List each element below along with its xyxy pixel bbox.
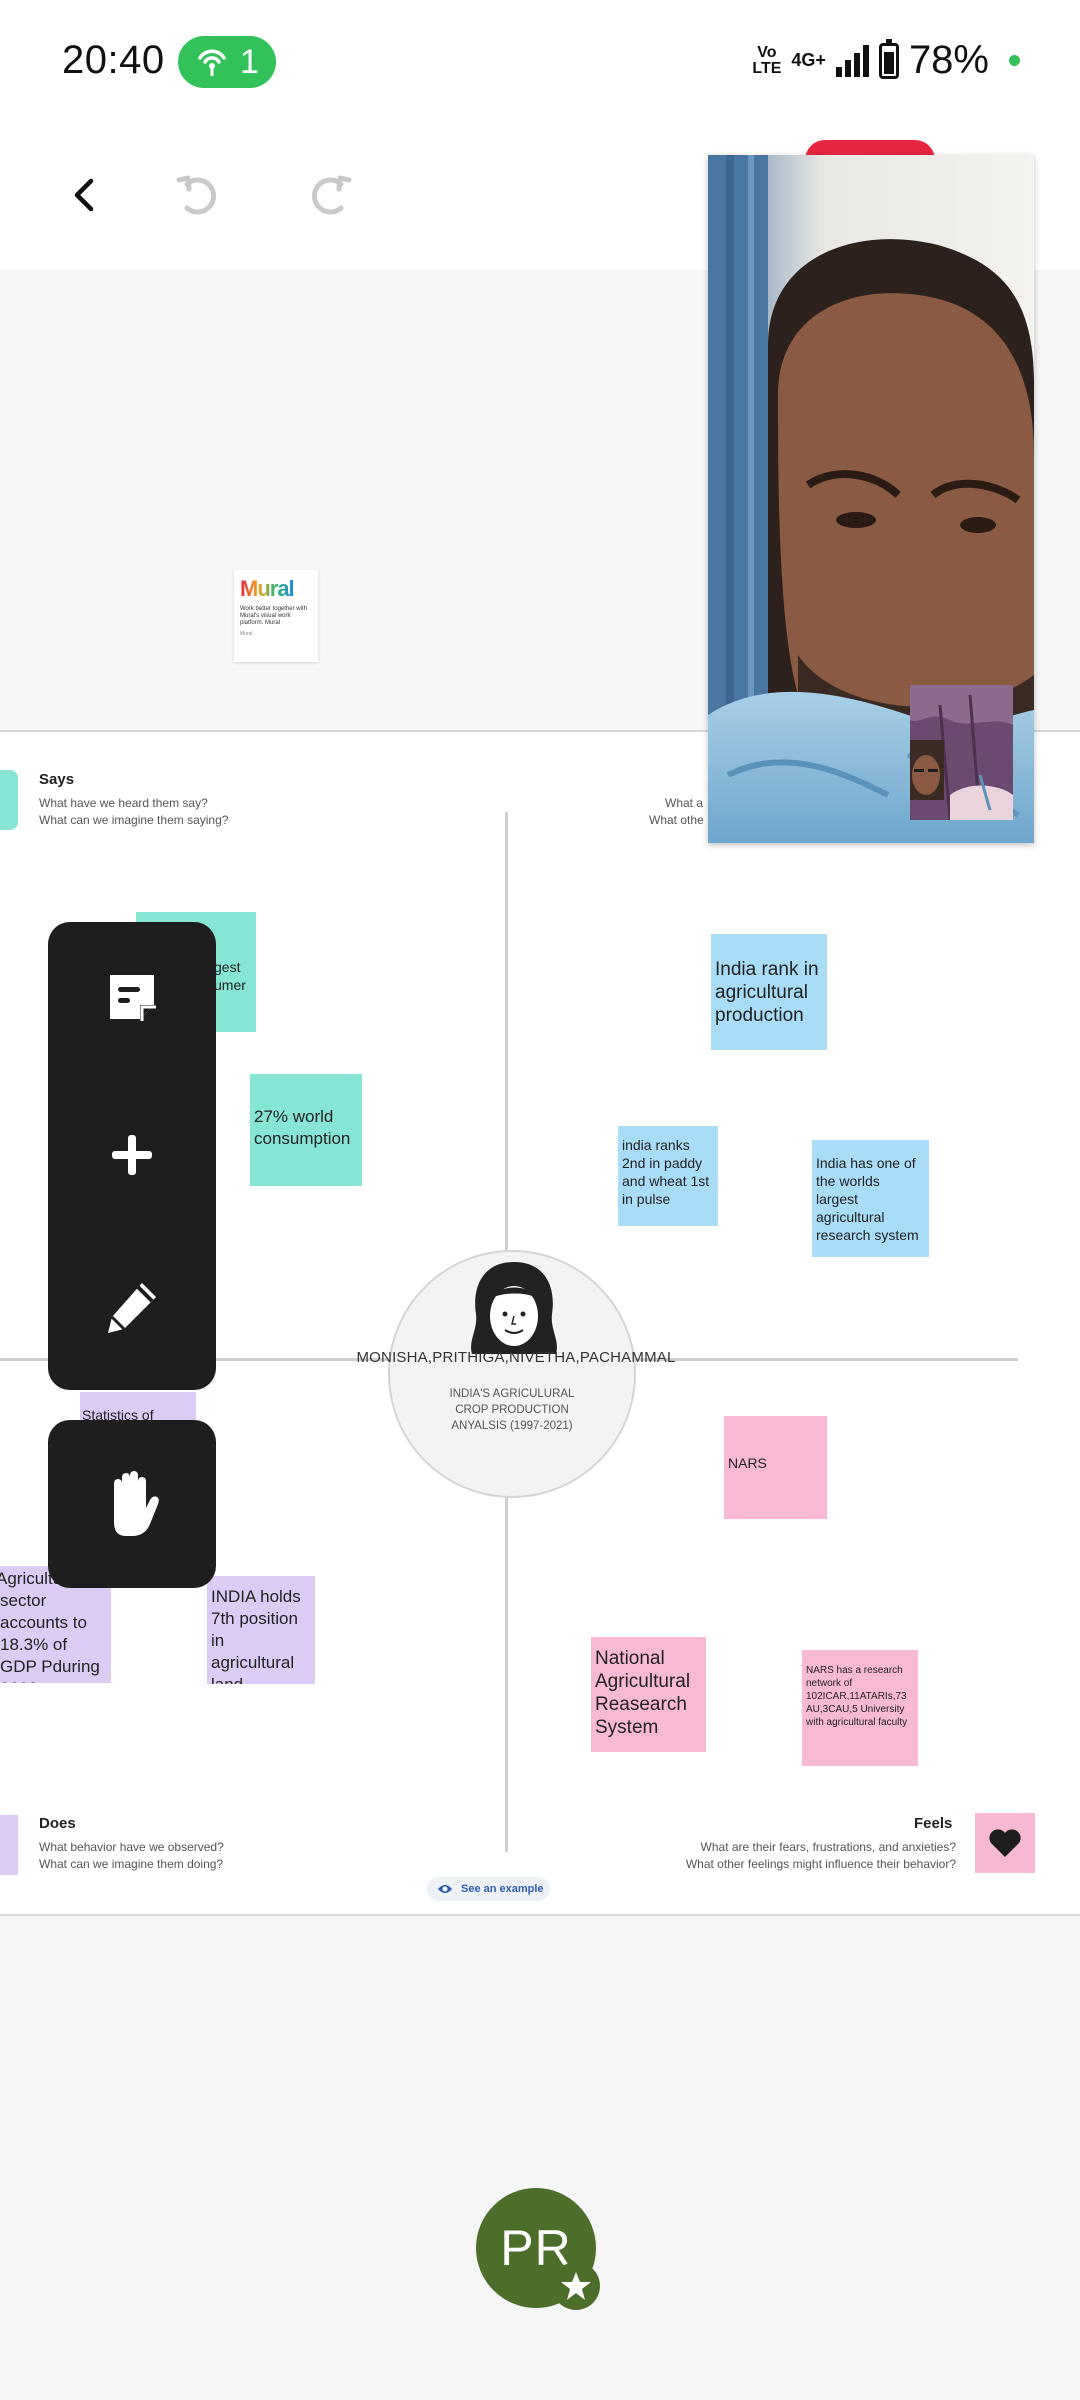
volte-line2: LTE [752, 59, 782, 77]
says-subtitle: What have we heard them say? What can we… [39, 795, 228, 829]
mural-logo: Mural [240, 576, 312, 602]
see-example-label: See an example [461, 1883, 544, 1895]
redo-button[interactable] [290, 155, 370, 235]
volte-line1: Vo [757, 43, 777, 61]
sticky-note-pink-1[interactable]: NARS [724, 1416, 827, 1519]
sticky-note-blue-1[interactable]: India rank in agricultural production [711, 934, 827, 1050]
chevron-left-icon [74, 178, 94, 212]
mural-promo-card[interactable]: Mural Work better together with Mural's … [234, 570, 318, 662]
pencil-icon [108, 1283, 156, 1333]
sticky-note-icon [110, 975, 156, 1021]
battery-percent: 78% [908, 38, 989, 82]
clock: 20:40 [62, 38, 165, 82]
persona-circle[interactable] [388, 1250, 636, 1498]
says-sub1: What have we heard them say? [39, 796, 208, 810]
undo-button[interactable] [158, 155, 238, 235]
signal-icon [835, 44, 869, 77]
add-tool-button[interactable] [48, 1080, 216, 1230]
redo-icon [311, 175, 352, 215]
sticky-note-tool-button[interactable] [48, 922, 216, 1072]
facilitator-badge [552, 2262, 600, 2310]
does-sub2: What can we imagine them doing? [39, 1857, 224, 1871]
thinks-subtitle: What a What othe [649, 795, 704, 829]
privacy-dot-icon [1009, 55, 1020, 66]
back-button[interactable] [45, 155, 125, 235]
does-sub1: What behavior have we observed? [39, 1840, 224, 1854]
says-sub2: What can we imagine them saying? [39, 813, 229, 827]
feels-icon-box [975, 1813, 1035, 1873]
status-bar: 20:40 1 Vo LTE 4G+ 78% [0, 0, 1080, 125]
sticky-note-pink-3[interactable]: NARS has a research network of 102ICAR,1… [802, 1650, 918, 1766]
volte-indicator: Vo LTE [752, 43, 782, 77]
tool-panel [48, 922, 216, 1390]
hand-tool-panel [48, 1420, 216, 1588]
battery-icon [878, 38, 899, 79]
sticky-note-blue-3[interactable]: India has one of the worlds largest agri… [812, 1140, 929, 1257]
plus-icon [112, 1135, 152, 1175]
feels-sub2: What other feelings might influence thei… [685, 1857, 956, 1871]
feels-subtitle: What are their fears, frustrations, and … [616, 1839, 956, 1873]
hotspot-icon [194, 44, 230, 87]
hand-tool-button[interactable] [48, 1429, 216, 1579]
see-example-button[interactable]: See an example [427, 1877, 550, 1901]
network-type: 4G+ [791, 50, 826, 70]
hotspot-count: 1 [240, 43, 259, 81]
does-icon-box [0, 1815, 18, 1875]
self-view-image [910, 685, 1013, 820]
video-call-self-view[interactable] [910, 685, 1013, 820]
mural-card-text: Work better together with Mural's visual… [240, 606, 307, 626]
persona-avatar-icon [471, 1262, 557, 1354]
thinks-sub1: What a [665, 796, 704, 810]
feels-title: Feels [914, 1815, 953, 1832]
screen: 20:40 1 Vo LTE 4G+ 78% Mural Work better… [0, 0, 1080, 2400]
says-title: Says [39, 771, 75, 788]
sticky-note-purple-2[interactable]: INDIA holds 7th position in agricultural… [207, 1576, 315, 1684]
hand-icon [114, 1471, 159, 1536]
persona-title: INDIA'S AGRICULURAL CROP PRODUCTION ANYA… [449, 1388, 575, 1432]
sticky-note-blue-2[interactable]: india ranks 2nd in paddy and wheat 1st i… [618, 1126, 718, 1226]
status-icons: Vo LTE 4G+ 78% [752, 38, 1020, 83]
star-icon [561, 2272, 591, 2300]
does-title: Does [39, 1815, 76, 1832]
mural-card-sub: Mural [240, 631, 253, 637]
hotspot-indicator[interactable]: 1 [178, 36, 276, 88]
does-subtitle: What behavior have we observed? What can… [39, 1839, 224, 1873]
feels-sub1: What are their fears, frustrations, and … [700, 1840, 956, 1854]
persona-names: MONISHA,PRITHIGA,NIVETHA,PACHAMMAL [356, 1349, 676, 1366]
heart-icon [989, 1829, 1021, 1857]
sticky-note-pink-2[interactable]: National Agricultural Reasearch System [591, 1637, 706, 1752]
thinks-sub2: What othe [649, 813, 704, 827]
pen-tool-button[interactable] [48, 1232, 216, 1382]
says-icon-box [0, 770, 18, 830]
eye-icon [438, 1885, 452, 1893]
sticky-note-teal-2[interactable]: 27% world consumption [250, 1074, 362, 1186]
undo-icon [176, 175, 217, 215]
